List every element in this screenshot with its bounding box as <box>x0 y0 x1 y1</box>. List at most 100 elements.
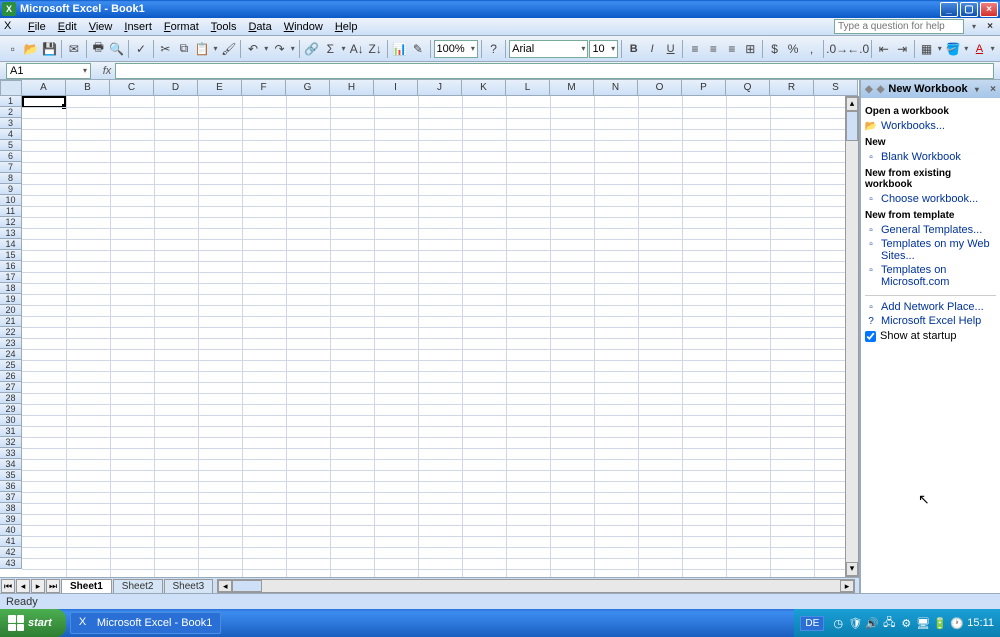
row-header[interactable]: 1 <box>0 96 22 107</box>
drawing-button[interactable]: ✎ <box>409 39 426 59</box>
task-pane-link[interactable]: ▫Templates on Microsoft.com <box>865 263 996 289</box>
menu-data[interactable]: Data <box>242 20 277 34</box>
row-header[interactable]: 11 <box>0 206 22 217</box>
menu-format[interactable]: Format <box>158 20 205 34</box>
row-header[interactable]: 27 <box>0 382 22 393</box>
sort-asc-button[interactable]: A↓ <box>348 39 365 59</box>
row-header[interactable]: 25 <box>0 360 22 371</box>
help-dropdown-icon[interactable]: ▾ <box>970 22 978 31</box>
clock[interactable]: 15:11 <box>967 617 994 629</box>
tray-icon[interactable]: 🖧 <box>882 616 896 630</box>
chart-wizard-button[interactable]: 📊 <box>391 39 408 59</box>
formula-input[interactable] <box>115 63 994 79</box>
row-header[interactable]: 35 <box>0 470 22 481</box>
row-header[interactable]: 17 <box>0 272 22 283</box>
column-header[interactable]: P <box>682 80 726 96</box>
column-header[interactable]: I <box>374 80 418 96</box>
tray-icon[interactable]: 🔋 <box>933 616 947 630</box>
align-left-button[interactable]: ≡ <box>686 39 703 59</box>
row-header[interactable]: 9 <box>0 184 22 195</box>
mdi-close-button[interactable]: × <box>984 21 996 33</box>
print-preview-button[interactable]: 🔍 <box>108 39 125 59</box>
column-header[interactable]: J <box>418 80 462 96</box>
vertical-scrollbar[interactable]: ▴ ▾ <box>845 96 859 577</box>
row-header[interactable]: 23 <box>0 338 22 349</box>
scroll-left-icon[interactable]: ◂ <box>218 580 232 592</box>
undo-dropdown[interactable]: ▾ <box>263 44 270 53</box>
zoom-combo[interactable]: 100%▾ <box>434 40 478 58</box>
row-header[interactable]: 31 <box>0 426 22 437</box>
column-header[interactable]: E <box>198 80 242 96</box>
print-button[interactable]: 🖶 <box>90 39 107 59</box>
font-color-dropdown[interactable]: ▾ <box>989 44 996 53</box>
sheet-tab[interactable]: Sheet1 <box>61 579 112 593</box>
fx-icon[interactable]: fx <box>99 65 115 77</box>
row-header[interactable]: 2 <box>0 107 22 118</box>
menu-tools[interactable]: Tools <box>205 20 243 34</box>
row-header[interactable]: 21 <box>0 316 22 327</box>
row-header[interactable]: 8 <box>0 173 22 184</box>
column-header[interactable]: R <box>770 80 814 96</box>
row-header[interactable]: 30 <box>0 415 22 426</box>
task-pane-fwd-icon[interactable]: ◆ <box>877 84 885 95</box>
column-header[interactable]: A <box>22 80 66 96</box>
row-header[interactable]: 16 <box>0 261 22 272</box>
scroll-right-icon[interactable]: ▸ <box>840 580 854 592</box>
paste-dropdown[interactable]: ▾ <box>212 44 219 53</box>
merge-center-button[interactable]: ⊞ <box>742 39 759 59</box>
copy-button[interactable]: ⧉ <box>175 39 192 59</box>
row-header[interactable]: 15 <box>0 250 22 261</box>
format-painter-button[interactable]: 🖌 <box>220 39 237 59</box>
autosum-button[interactable]: Σ <box>322 39 339 59</box>
start-button[interactable]: start <box>0 609 66 637</box>
tray-icon[interactable]: 🕐 <box>950 616 964 630</box>
menu-help[interactable]: Help <box>329 20 364 34</box>
row-header[interactable]: 42 <box>0 547 22 558</box>
fill-color-button[interactable]: 🪣 <box>944 39 961 59</box>
tab-next-button[interactable]: ▸ <box>31 579 45 593</box>
tray-icon[interactable]: 🛡 <box>848 616 862 630</box>
hscroll-thumb[interactable] <box>232 580 262 592</box>
column-header[interactable]: M <box>550 80 594 96</box>
cells-area[interactable] <box>22 96 845 577</box>
sheet-tab[interactable]: Sheet2 <box>113 579 163 593</box>
mail-button[interactable]: ✉ <box>65 39 82 59</box>
column-header[interactable]: Q <box>726 80 770 96</box>
row-header[interactable]: 38 <box>0 503 22 514</box>
scroll-up-icon[interactable]: ▴ <box>846 97 858 111</box>
column-header[interactable]: F <box>242 80 286 96</box>
row-header[interactable]: 20 <box>0 305 22 316</box>
sheet-tab[interactable]: Sheet3 <box>164 579 214 593</box>
row-header[interactable]: 37 <box>0 492 22 503</box>
row-header[interactable]: 5 <box>0 140 22 151</box>
column-header[interactable]: G <box>286 80 330 96</box>
select-all-button[interactable] <box>0 80 22 96</box>
task-pane-dropdown-icon[interactable]: ▾ <box>973 85 981 94</box>
font-name-combo[interactable]: Arial▾ <box>509 40 588 58</box>
borders-button[interactable]: ▦ <box>918 39 935 59</box>
close-button[interactable]: × <box>980 2 998 17</box>
column-header[interactable]: O <box>638 80 682 96</box>
row-header[interactable]: 39 <box>0 514 22 525</box>
bold-button[interactable]: B <box>625 39 642 59</box>
tray-icon[interactable]: ⚙ <box>899 616 913 630</box>
column-header[interactable]: N <box>594 80 638 96</box>
row-header[interactable]: 29 <box>0 404 22 415</box>
menu-file[interactable]: File <box>22 20 52 34</box>
tray-icon[interactable]: ◷ <box>831 616 845 630</box>
row-header[interactable]: 43 <box>0 558 22 569</box>
tray-icon[interactable]: 🖥 <box>916 616 930 630</box>
row-header[interactable]: 3 <box>0 118 22 129</box>
tab-last-button[interactable]: ⏭ <box>46 579 60 593</box>
row-header[interactable]: 41 <box>0 536 22 547</box>
decrease-decimal-button[interactable]: ←.0 <box>848 39 868 59</box>
help-search-input[interactable] <box>834 19 964 34</box>
autosum-dropdown[interactable]: ▾ <box>340 44 347 53</box>
row-header[interactable]: 4 <box>0 129 22 140</box>
tray-icon[interactable]: 🔊 <box>865 616 879 630</box>
column-header[interactable]: C <box>110 80 154 96</box>
horizontal-scrollbar[interactable]: ◂ ▸ <box>217 579 855 593</box>
row-header[interactable]: 13 <box>0 228 22 239</box>
row-header[interactable]: 6 <box>0 151 22 162</box>
menu-insert[interactable]: Insert <box>118 20 158 34</box>
